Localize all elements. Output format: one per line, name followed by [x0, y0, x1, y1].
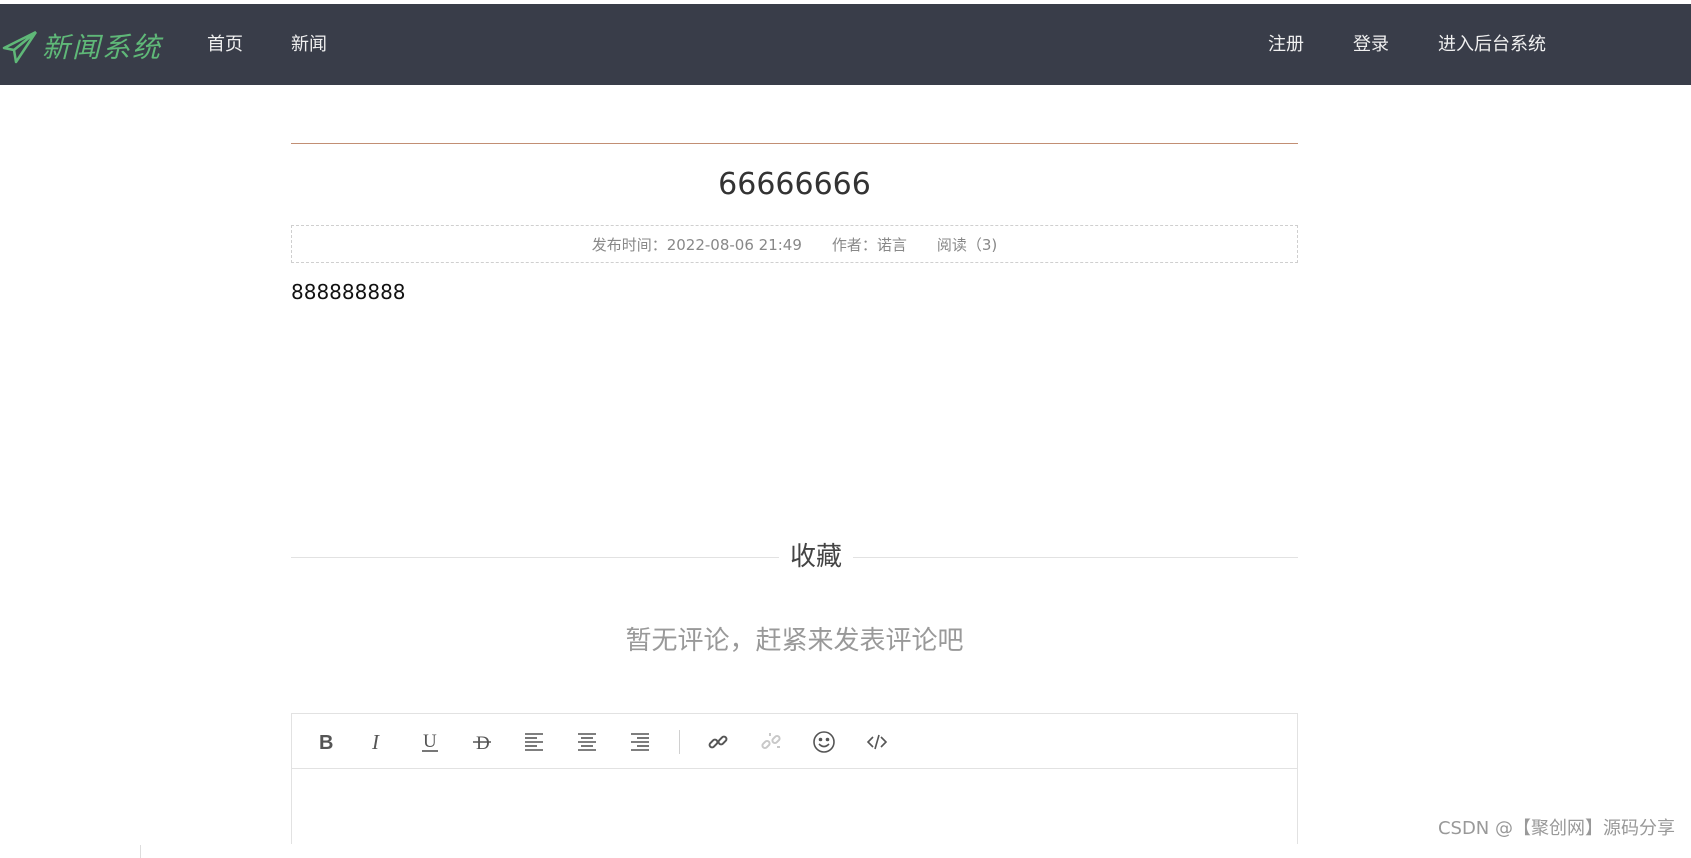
article-container: 66666666 发布时间：2022-08-06 21:49 作者：诺言 阅读（…: [291, 85, 1298, 858]
align-left-icon[interactable]: [520, 728, 548, 756]
bold-icon[interactable]: B: [312, 728, 340, 756]
svg-text:I: I: [371, 730, 380, 754]
article-meta: 发布时间：2022-08-06 21:49 作者：诺言 阅读（3): [291, 225, 1298, 263]
underline-icon[interactable]: U: [416, 728, 444, 756]
svg-text:D: D: [476, 733, 490, 754]
code-icon[interactable]: [863, 728, 891, 756]
svg-text:B: B: [319, 732, 333, 754]
favorite-divider-left: [291, 557, 779, 558]
align-right-icon[interactable]: [626, 728, 654, 756]
favorite-divider-right: [853, 557, 1298, 558]
nav-login-link[interactable]: 登录: [1353, 30, 1389, 60]
unlink-icon[interactable]: [757, 728, 785, 756]
paper-plane-icon: [2, 30, 38, 64]
watermark: CSDN @【聚创网】源码分享: [1437, 818, 1675, 839]
favorite-button[interactable]: 收藏: [783, 539, 849, 575]
article-content: 888888888: [291, 280, 406, 304]
publish-time: 发布时间：2022-08-06 21:49: [591, 235, 802, 254]
nav-register-link[interactable]: 注册: [1268, 30, 1304, 60]
comment-textarea[interactable]: [292, 769, 1297, 844]
no-comment-message: 暂无评论，赶紧来发表评论吧: [625, 626, 964, 656]
read-count: 阅读（3): [936, 235, 998, 254]
comment-editor: B I U D: [291, 713, 1298, 844]
author: 作者：诺言: [831, 235, 907, 254]
page-edge-mark: [140, 845, 141, 858]
align-center-icon[interactable]: [573, 728, 601, 756]
nav-news-link[interactable]: 新闻: [291, 30, 327, 60]
logo-text: 新闻系统: [42, 31, 163, 64]
strikethrough-icon[interactable]: D: [468, 728, 496, 756]
nav-admin-link[interactable]: 进入后台系统: [1438, 30, 1546, 60]
link-icon[interactable]: [704, 728, 732, 756]
editor-toolbar: B I U D: [292, 714, 1297, 769]
svg-text:U: U: [423, 731, 437, 752]
italic-icon[interactable]: I: [364, 728, 392, 756]
site-logo[interactable]: 新闻系统: [0, 24, 162, 68]
emoji-icon[interactable]: [810, 728, 838, 756]
toolbar-separator: [679, 730, 680, 754]
title-divider: [291, 143, 1298, 144]
top-navbar: 新闻系统 首页 新闻 注册 登录 进入后台系统: [0, 4, 1691, 85]
nav-home-link[interactable]: 首页: [207, 30, 243, 60]
article-title: 66666666: [718, 167, 871, 202]
